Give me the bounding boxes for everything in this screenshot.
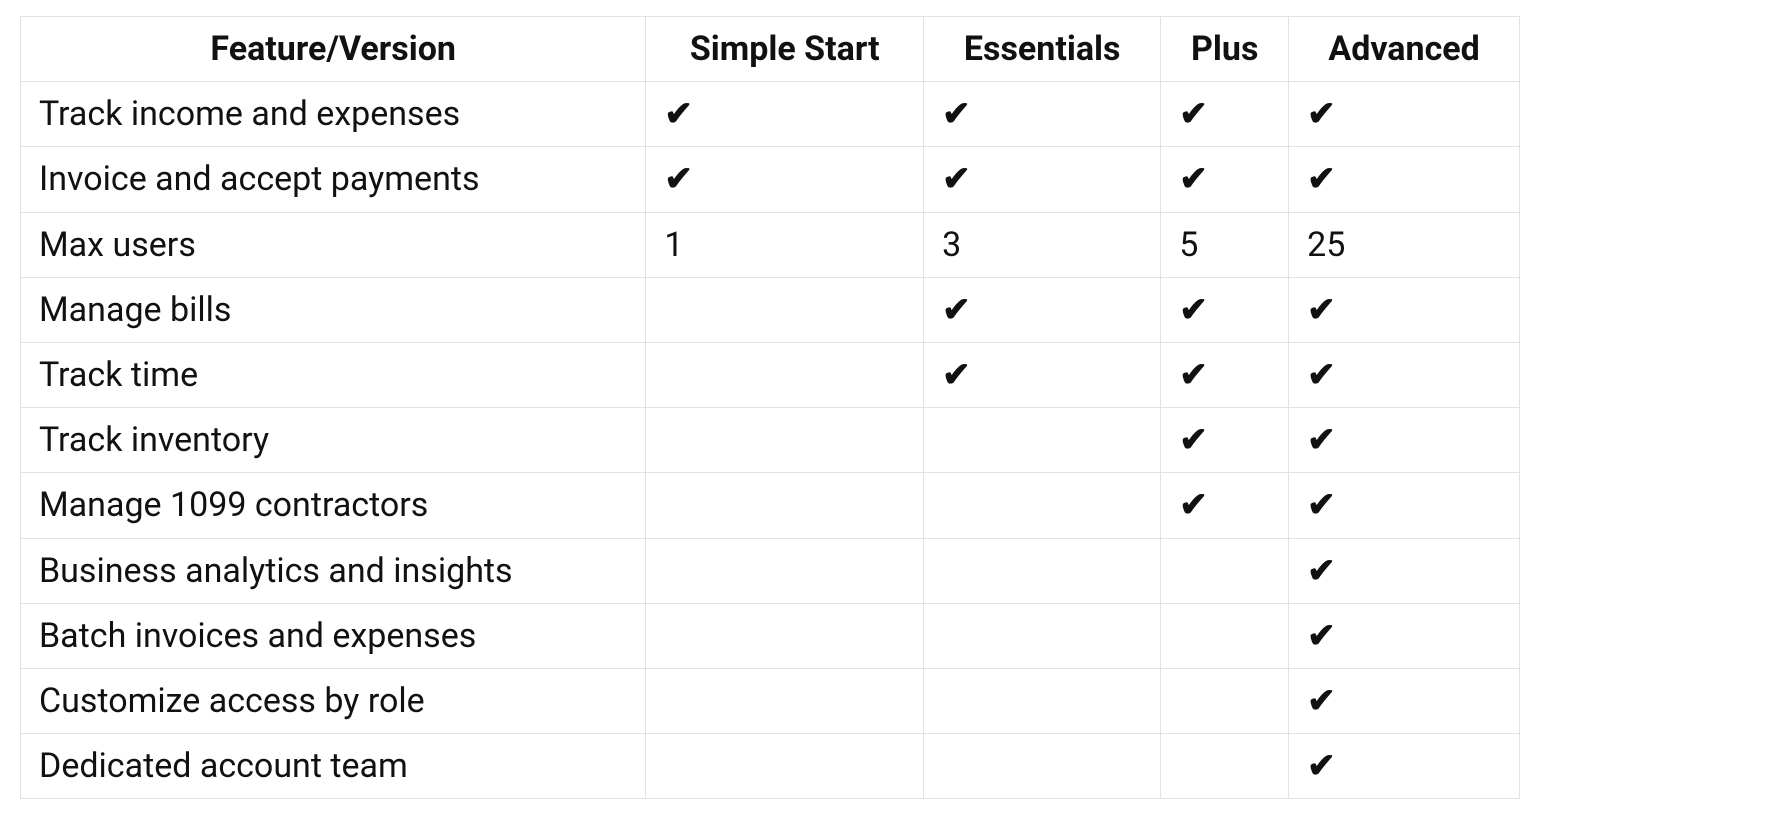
plan-cell: ✔: [924, 277, 1161, 342]
feature-name-cell: Manage 1099 contractors: [21, 473, 646, 538]
column-header-feature: Feature/Version: [21, 17, 646, 82]
feature-name-cell: Batch invoices and expenses: [21, 603, 646, 668]
table-row: Dedicated account team ✔: [21, 734, 1520, 799]
feature-name-cell: Max users: [21, 212, 646, 277]
feature-name-cell: Track income and expenses: [21, 82, 646, 147]
plan-cell: ✔: [646, 82, 924, 147]
feature-name-cell: Customize access by role: [21, 668, 646, 733]
plan-cell: [1161, 603, 1289, 668]
column-header-advanced: Advanced: [1289, 17, 1520, 82]
plan-cell: ✔: [1161, 408, 1289, 473]
table-row: Invoice and accept payments ✔ ✔ ✔ ✔: [21, 147, 1520, 212]
table-row: Batch invoices and expenses ✔: [21, 603, 1520, 668]
plan-cell: ✔: [1161, 82, 1289, 147]
plan-cell: ✔: [1289, 603, 1520, 668]
plan-cell: 25: [1289, 212, 1520, 277]
plan-cell: [646, 603, 924, 668]
table-header-row: Feature/Version Simple Start Essentials …: [21, 17, 1520, 82]
feature-comparison-table-container: Feature/Version Simple Start Essentials …: [0, 0, 1781, 815]
plan-cell: ✔: [1289, 473, 1520, 538]
plan-cell: ✔: [1161, 147, 1289, 212]
table-row: Customize access by role ✔: [21, 668, 1520, 733]
plan-cell: ✔: [924, 147, 1161, 212]
feature-name-cell: Track inventory: [21, 408, 646, 473]
plan-cell: [924, 603, 1161, 668]
table-row: Business analytics and insights ✔: [21, 538, 1520, 603]
check-icon: ✔: [942, 290, 971, 330]
table-row: Track time ✔ ✔ ✔: [21, 342, 1520, 407]
feature-name-cell: Invoice and accept payments: [21, 147, 646, 212]
plan-cell: [924, 734, 1161, 799]
check-icon: ✔: [942, 94, 971, 134]
plan-cell: ✔: [1289, 277, 1520, 342]
check-icon: ✔: [1307, 420, 1336, 460]
check-icon: ✔: [1307, 485, 1336, 525]
plan-cell: [646, 408, 924, 473]
check-icon: ✔: [942, 355, 971, 395]
check-icon: ✔: [1179, 94, 1208, 134]
check-icon: ✔: [1307, 159, 1336, 199]
check-icon: ✔: [1179, 485, 1208, 525]
check-icon: ✔: [664, 94, 693, 134]
feature-name-cell: Dedicated account team: [21, 734, 646, 799]
plan-cell: [646, 734, 924, 799]
plan-cell: ✔: [646, 147, 924, 212]
feature-name-cell: Manage bills: [21, 277, 646, 342]
table-row: Manage 1099 contractors ✔ ✔: [21, 473, 1520, 538]
plan-cell: ✔: [1289, 668, 1520, 733]
check-icon: ✔: [1307, 681, 1336, 721]
table-row: Track inventory ✔ ✔: [21, 408, 1520, 473]
plan-cell: [924, 473, 1161, 538]
plan-cell: ✔: [1289, 82, 1520, 147]
table-row: Track income and expenses ✔ ✔ ✔ ✔: [21, 82, 1520, 147]
feature-name-cell: Track time: [21, 342, 646, 407]
plan-cell: ✔: [1289, 538, 1520, 603]
plan-cell: ✔: [1161, 473, 1289, 538]
table-row: Manage bills ✔ ✔ ✔: [21, 277, 1520, 342]
check-icon: ✔: [1179, 159, 1208, 199]
feature-name-cell: Business analytics and insights: [21, 538, 646, 603]
column-header-simple-start: Simple Start: [646, 17, 924, 82]
plan-cell: [646, 668, 924, 733]
plan-cell: ✔: [1289, 147, 1520, 212]
plan-cell: [924, 668, 1161, 733]
feature-comparison-table: Feature/Version Simple Start Essentials …: [20, 16, 1520, 799]
plan-cell: ✔: [924, 82, 1161, 147]
column-header-essentials: Essentials: [924, 17, 1161, 82]
check-icon: ✔: [1307, 551, 1336, 591]
plan-cell: ✔: [1289, 342, 1520, 407]
check-icon: ✔: [1307, 290, 1336, 330]
plan-cell: ✔: [1161, 277, 1289, 342]
check-icon: ✔: [1179, 420, 1208, 460]
check-icon: ✔: [1179, 355, 1208, 395]
check-icon: ✔: [1307, 355, 1336, 395]
plan-cell: [1161, 668, 1289, 733]
table-body: Track income and expenses✔✔✔✔Invoice and…: [21, 82, 1520, 799]
check-icon: ✔: [1179, 290, 1208, 330]
plan-cell: 5: [1161, 212, 1289, 277]
plan-cell: [646, 342, 924, 407]
check-icon: ✔: [664, 159, 693, 199]
plan-cell: [1161, 538, 1289, 603]
plan-cell: [924, 538, 1161, 603]
table-row: Max users13525: [21, 212, 1520, 277]
plan-cell: 1: [646, 212, 924, 277]
plan-cell: ✔: [1289, 408, 1520, 473]
column-header-plus: Plus: [1161, 17, 1289, 82]
plan-cell: [1161, 734, 1289, 799]
check-icon: ✔: [942, 159, 971, 199]
plan-cell: ✔: [924, 342, 1161, 407]
check-icon: ✔: [1307, 94, 1336, 134]
plan-cell: ✔: [1161, 342, 1289, 407]
plan-cell: [924, 408, 1161, 473]
plan-cell: 3: [924, 212, 1161, 277]
plan-cell: [646, 277, 924, 342]
plan-cell: [646, 538, 924, 603]
check-icon: ✔: [1307, 746, 1336, 786]
plan-cell: [646, 473, 924, 538]
plan-cell: ✔: [1289, 734, 1520, 799]
check-icon: ✔: [1307, 616, 1336, 656]
